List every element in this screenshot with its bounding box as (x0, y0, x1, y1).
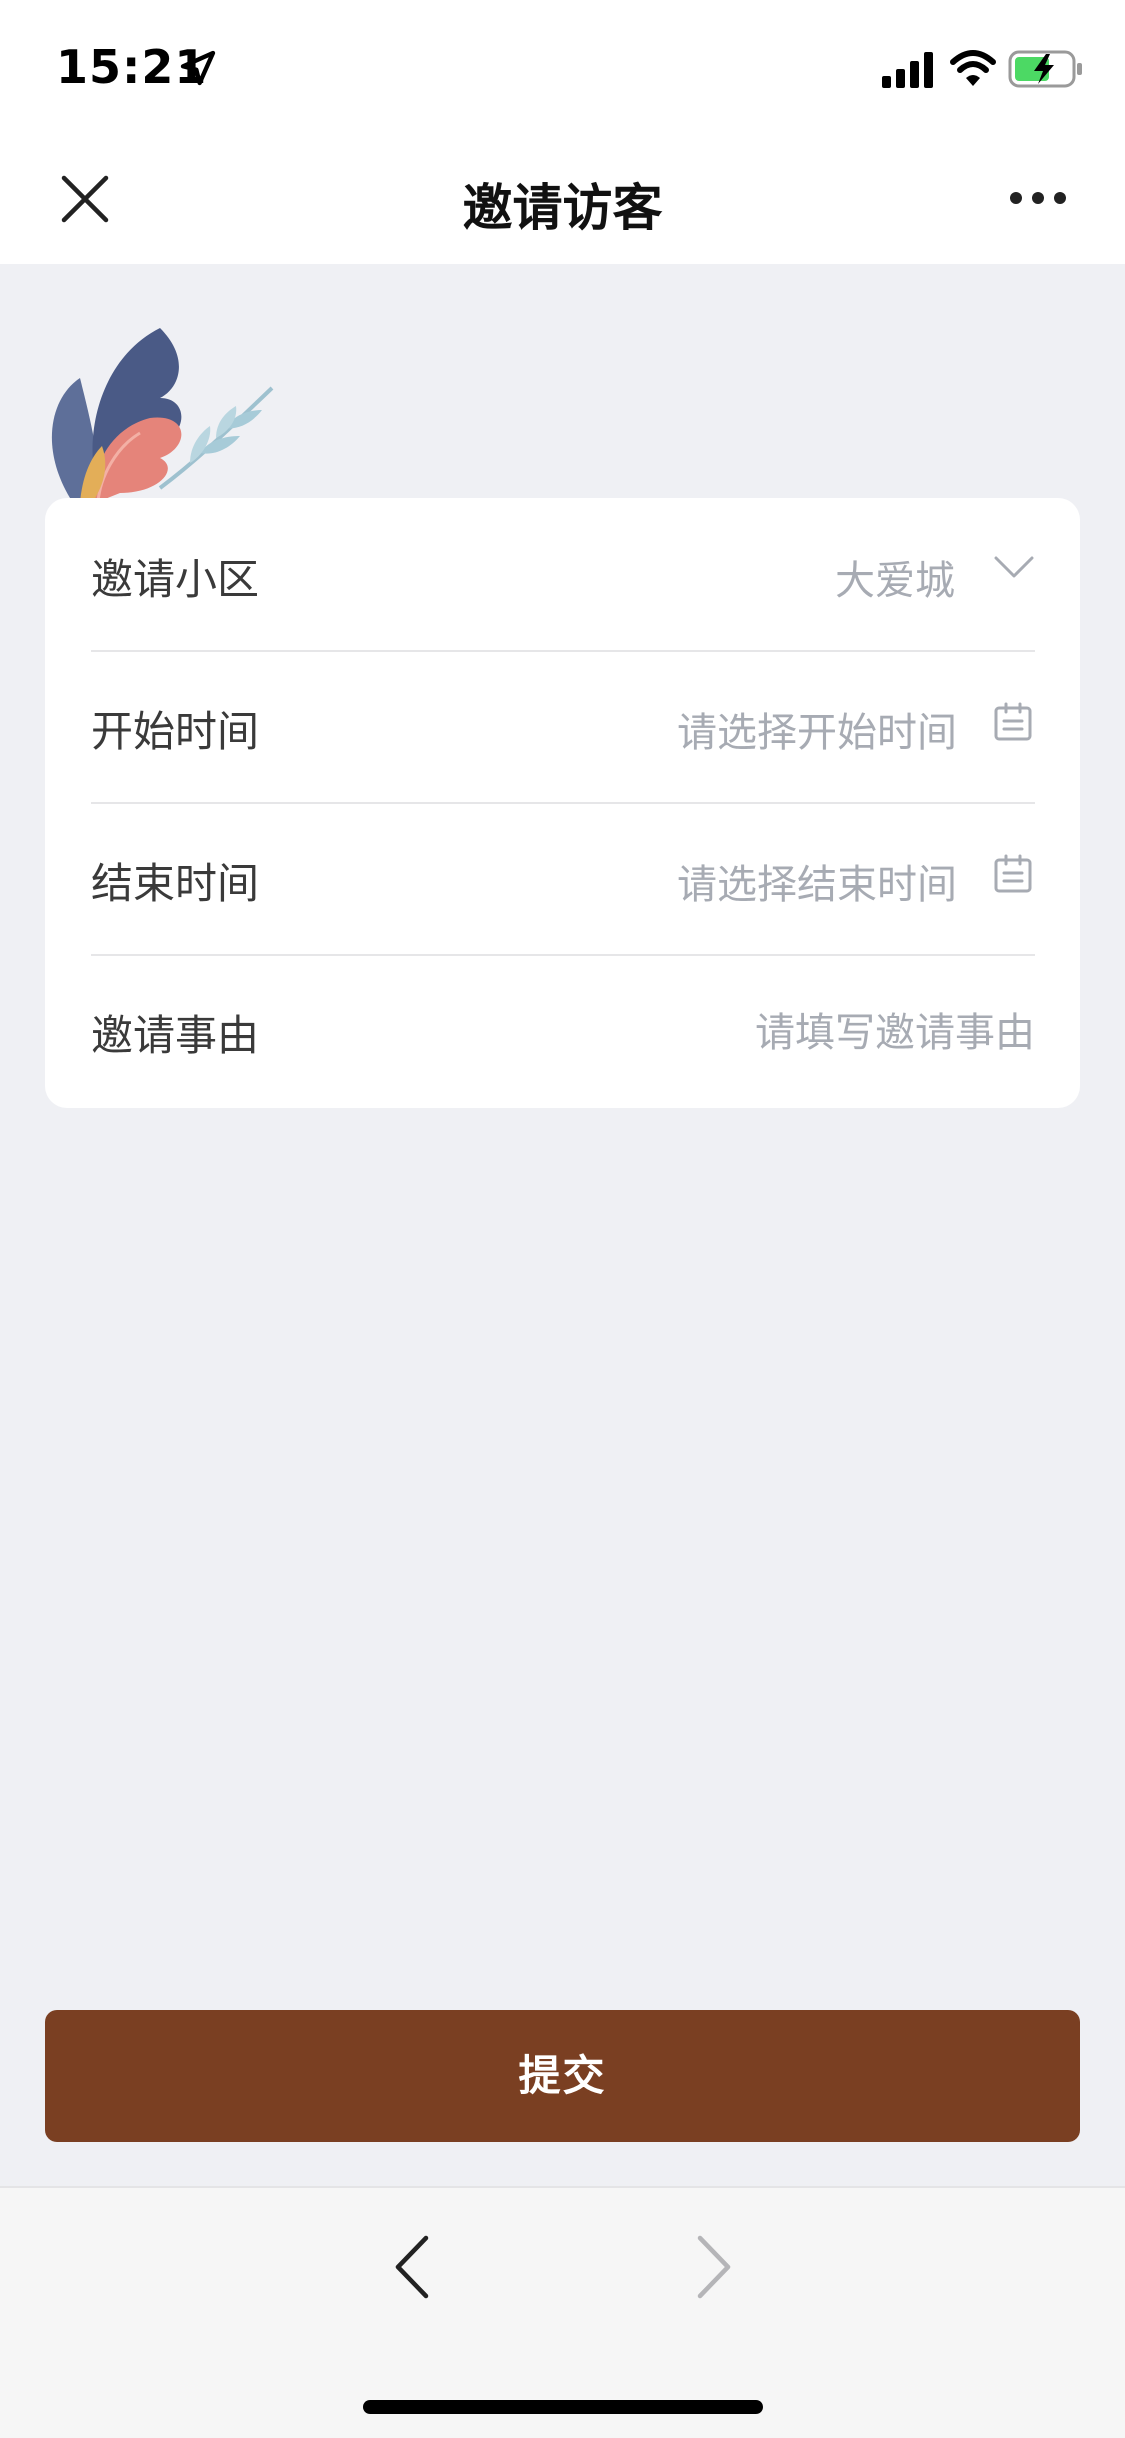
wifi-icon (950, 50, 996, 86)
calendar-icon[interactable] (993, 854, 1033, 894)
calendar-icon[interactable] (993, 702, 1033, 742)
reason-input[interactable]: 请填写邀请事由 (755, 1000, 1035, 1058)
battery-charging-icon (1008, 50, 1082, 88)
chevron-down-icon[interactable] (993, 554, 1035, 582)
more-icon[interactable] (1008, 188, 1068, 208)
page-title: 邀请访客 (462, 179, 663, 237)
end-time-field[interactable]: 请选择结束时间 (677, 852, 957, 910)
reason-label: 邀请事由 (91, 1011, 260, 1060)
form-row-end-time[interactable]: 结束时间 请选择结束时间 (91, 802, 1035, 956)
community-label: 邀请小区 (91, 555, 260, 604)
form-row-reason[interactable]: 邀请事由 请填写邀请事由 (91, 954, 1035, 1106)
cellular-signal-icon (882, 52, 933, 88)
end-time-label: 结束时间 (91, 859, 260, 908)
form-row-start-time[interactable]: 开始时间 请选择开始时间 (91, 650, 1035, 804)
invite-form-card: 邀请小区 大爱城 开始时间 请选择开始时间 结束时间 请选择结束时间 邀请事由 … (45, 498, 1080, 1108)
submit-button[interactable]: 提交 (45, 2010, 1080, 2142)
forward-arrow-icon[interactable] (690, 2234, 738, 2300)
status-bar: 15:21 (0, 0, 1125, 132)
start-time-field[interactable]: 请选择开始时间 (677, 700, 957, 758)
home-indicator (363, 2400, 763, 2414)
navigation-bar: 邀请访客 (0, 132, 1125, 264)
location-arrow-icon (180, 50, 216, 86)
form-row-community[interactable]: 邀请小区 大爱城 (91, 498, 1035, 652)
leaf-decoration-icon (51, 328, 274, 503)
start-time-label: 开始时间 (91, 707, 260, 756)
back-arrow-icon[interactable] (388, 2234, 436, 2300)
bottom-toolbar (0, 2186, 1125, 2438)
community-value[interactable]: 大爱城 (835, 548, 955, 606)
